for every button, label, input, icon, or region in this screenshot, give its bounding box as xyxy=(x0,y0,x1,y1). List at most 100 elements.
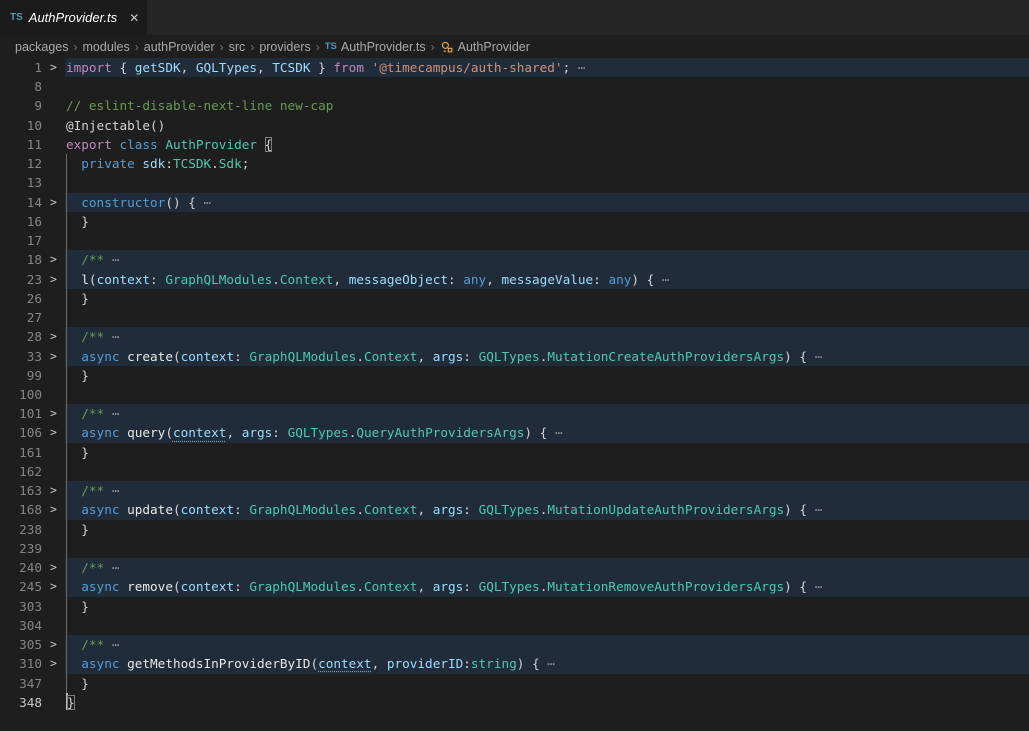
line-number[interactable]: 238 xyxy=(0,520,42,539)
code-line-content[interactable]: l(context: GraphQLModules.Context, messa… xyxy=(65,270,1029,289)
code-line-content[interactable]: /** ⋯ xyxy=(65,635,1029,654)
line-number[interactable]: 17 xyxy=(0,231,42,250)
code-line-content[interactable] xyxy=(65,231,1029,250)
line-number[interactable]: 1 xyxy=(0,58,42,77)
code-line-content[interactable]: /** ⋯ xyxy=(65,558,1029,577)
fold-expand-icon[interactable]: > xyxy=(42,327,65,346)
code-token: GQLTypes xyxy=(196,60,257,75)
code-line-content[interactable]: } xyxy=(65,597,1029,616)
code-line-content[interactable]: constructor() { ⋯ xyxy=(65,193,1029,212)
line-number[interactable]: 163 xyxy=(0,481,42,500)
line-number[interactable]: 162 xyxy=(0,462,42,481)
code-line-content[interactable] xyxy=(65,77,1029,96)
code-line-content[interactable]: /** ⋯ xyxy=(65,404,1029,423)
fold-expand-icon[interactable]: > xyxy=(42,193,65,212)
line-number[interactable]: 23 xyxy=(0,270,42,289)
line-number[interactable]: 245 xyxy=(0,577,42,596)
code-line-content[interactable]: /** ⋯ xyxy=(65,481,1029,500)
code-line-content[interactable]: private sdk:TCSDK.Sdk; xyxy=(65,154,1029,173)
line-number[interactable]: 304 xyxy=(0,616,42,635)
line-number[interactable]: 99 xyxy=(0,366,42,385)
code-line-content[interactable]: async query(context, args: GQLTypes.Quer… xyxy=(65,423,1029,442)
code-line-content[interactable]: @Injectable() xyxy=(65,116,1029,135)
line-number[interactable]: 303 xyxy=(0,597,42,616)
code-line-content[interactable]: } xyxy=(65,366,1029,385)
code-editor[interactable]: 1>import { getSDK, GQLTypes, TCSDK } fro… xyxy=(0,58,1029,731)
code-line-content[interactable]: /** ⋯ xyxy=(65,250,1029,269)
gutter-spacer xyxy=(42,385,65,404)
fold-expand-icon[interactable]: > xyxy=(42,270,65,289)
fold-expand-icon[interactable]: > xyxy=(42,404,65,423)
breadcrumb-item-authprovider[interactable]: authProvider xyxy=(144,40,215,54)
breadcrumb-item-authprovider.ts[interactable]: TSAuthProvider.ts xyxy=(325,40,426,54)
code-line-content[interactable] xyxy=(65,616,1029,635)
close-icon[interactable]: ✕ xyxy=(129,12,139,24)
breadcrumb-item-authprovider[interactable]: AuthProvider xyxy=(440,40,530,54)
line-number[interactable]: 11 xyxy=(0,135,42,154)
line-number[interactable]: 101 xyxy=(0,404,42,423)
line-number[interactable]: 18 xyxy=(0,250,42,269)
fold-expand-icon[interactable]: > xyxy=(42,654,65,673)
line-number[interactable]: 100 xyxy=(0,385,42,404)
code-line-content[interactable]: } xyxy=(65,212,1029,231)
line-number[interactable]: 161 xyxy=(0,443,42,462)
code-line-content[interactable]: async remove(context: GraphQLModules.Con… xyxy=(65,577,1029,596)
code-line-content[interactable] xyxy=(65,173,1029,192)
code-token: query xyxy=(127,425,165,440)
line-number[interactable]: 27 xyxy=(0,308,42,327)
code-line-content[interactable]: /** ⋯ xyxy=(65,327,1029,346)
code-token: ⋯ xyxy=(112,637,120,652)
line-number[interactable]: 168 xyxy=(0,500,42,519)
fold-expand-icon[interactable]: > xyxy=(42,481,65,500)
code-line-content[interactable] xyxy=(65,308,1029,327)
code-line-content[interactable]: } xyxy=(65,520,1029,539)
code-line-content[interactable] xyxy=(65,462,1029,481)
tab-authprovider[interactable]: TS AuthProvider.ts ✕ xyxy=(0,0,147,35)
line-number[interactable]: 240 xyxy=(0,558,42,577)
code-line-content[interactable]: } xyxy=(65,289,1029,308)
code-line-content[interactable]: } xyxy=(65,443,1029,462)
fold-expand-icon[interactable]: > xyxy=(42,500,65,519)
line-number[interactable]: 14 xyxy=(0,193,42,212)
line-number[interactable]: 347 xyxy=(0,674,42,693)
line-number[interactable]: 16 xyxy=(0,212,42,231)
code-line-content[interactable]: // eslint-disable-next-line new-cap xyxy=(65,96,1029,115)
code-line-content[interactable]: async create(context: GraphQLModules.Con… xyxy=(65,347,1029,366)
breadcrumb-item-packages[interactable]: packages xyxy=(15,40,69,54)
line-number[interactable]: 12 xyxy=(0,154,42,173)
breadcrumb-item-providers[interactable]: providers xyxy=(259,40,310,54)
breadcrumb-item-src[interactable]: src xyxy=(229,40,246,54)
line-number[interactable]: 10 xyxy=(0,116,42,135)
code-line-content[interactable]: async update(context: GraphQLModules.Con… xyxy=(65,500,1029,519)
code-line-content[interactable] xyxy=(65,539,1029,558)
fold-expand-icon[interactable]: > xyxy=(42,58,65,77)
fold-expand-icon[interactable]: > xyxy=(42,635,65,654)
breadcrumb-item-modules[interactable]: modules xyxy=(83,40,130,54)
breadcrumb-separator-icon: › xyxy=(74,40,78,54)
line-number[interactable]: 9 xyxy=(0,96,42,115)
line-number[interactable]: 8 xyxy=(0,77,42,96)
fold-expand-icon[interactable]: > xyxy=(42,558,65,577)
fold-expand-icon[interactable]: > xyxy=(42,347,65,366)
line-number[interactable]: 348 xyxy=(0,693,42,712)
line-number[interactable]: 28 xyxy=(0,327,42,346)
code-token: constructor xyxy=(81,195,165,210)
line-number[interactable]: 239 xyxy=(0,539,42,558)
code-line-content[interactable]: } xyxy=(65,693,1029,712)
line-number[interactable]: 26 xyxy=(0,289,42,308)
line-number[interactable]: 305 xyxy=(0,635,42,654)
code-line-content[interactable]: async getMethodsInProviderByID(context, … xyxy=(65,654,1029,673)
fold-expand-icon[interactable]: > xyxy=(42,577,65,596)
code-line-content[interactable] xyxy=(65,385,1029,404)
line-number[interactable]: 310 xyxy=(0,654,42,673)
fold-expand-icon[interactable]: > xyxy=(42,423,65,442)
line-number[interactable]: 33 xyxy=(0,347,42,366)
code-line-content[interactable]: import { getSDK, GQLTypes, TCSDK } from … xyxy=(65,58,1029,77)
code-token: ⋯ xyxy=(815,579,823,594)
code-line-content[interactable]: } xyxy=(65,674,1029,693)
line-number[interactable]: 106 xyxy=(0,423,42,442)
code-token: : xyxy=(463,656,471,671)
code-line-content[interactable]: export class AuthProvider { xyxy=(65,135,1029,154)
line-number[interactable]: 13 xyxy=(0,173,42,192)
fold-expand-icon[interactable]: > xyxy=(42,250,65,269)
